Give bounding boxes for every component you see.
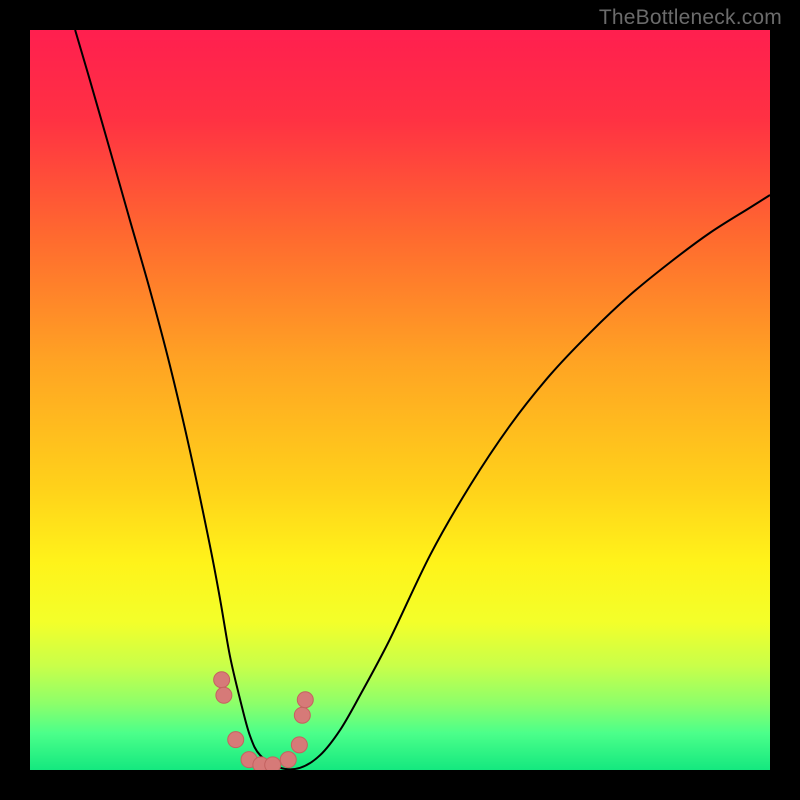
marker-point <box>214 672 230 688</box>
gradient-background <box>30 30 770 770</box>
plot-area <box>30 30 770 770</box>
marker-point <box>265 757 281 770</box>
marker-point <box>228 732 244 748</box>
marker-point <box>291 737 307 753</box>
chart-svg <box>30 30 770 770</box>
marker-point <box>280 752 296 768</box>
marker-point <box>216 687 232 703</box>
watermark-text: TheBottleneck.com <box>599 6 782 30</box>
marker-point <box>297 692 313 708</box>
chart-frame: TheBottleneck.com <box>0 0 800 800</box>
marker-point <box>294 707 310 723</box>
